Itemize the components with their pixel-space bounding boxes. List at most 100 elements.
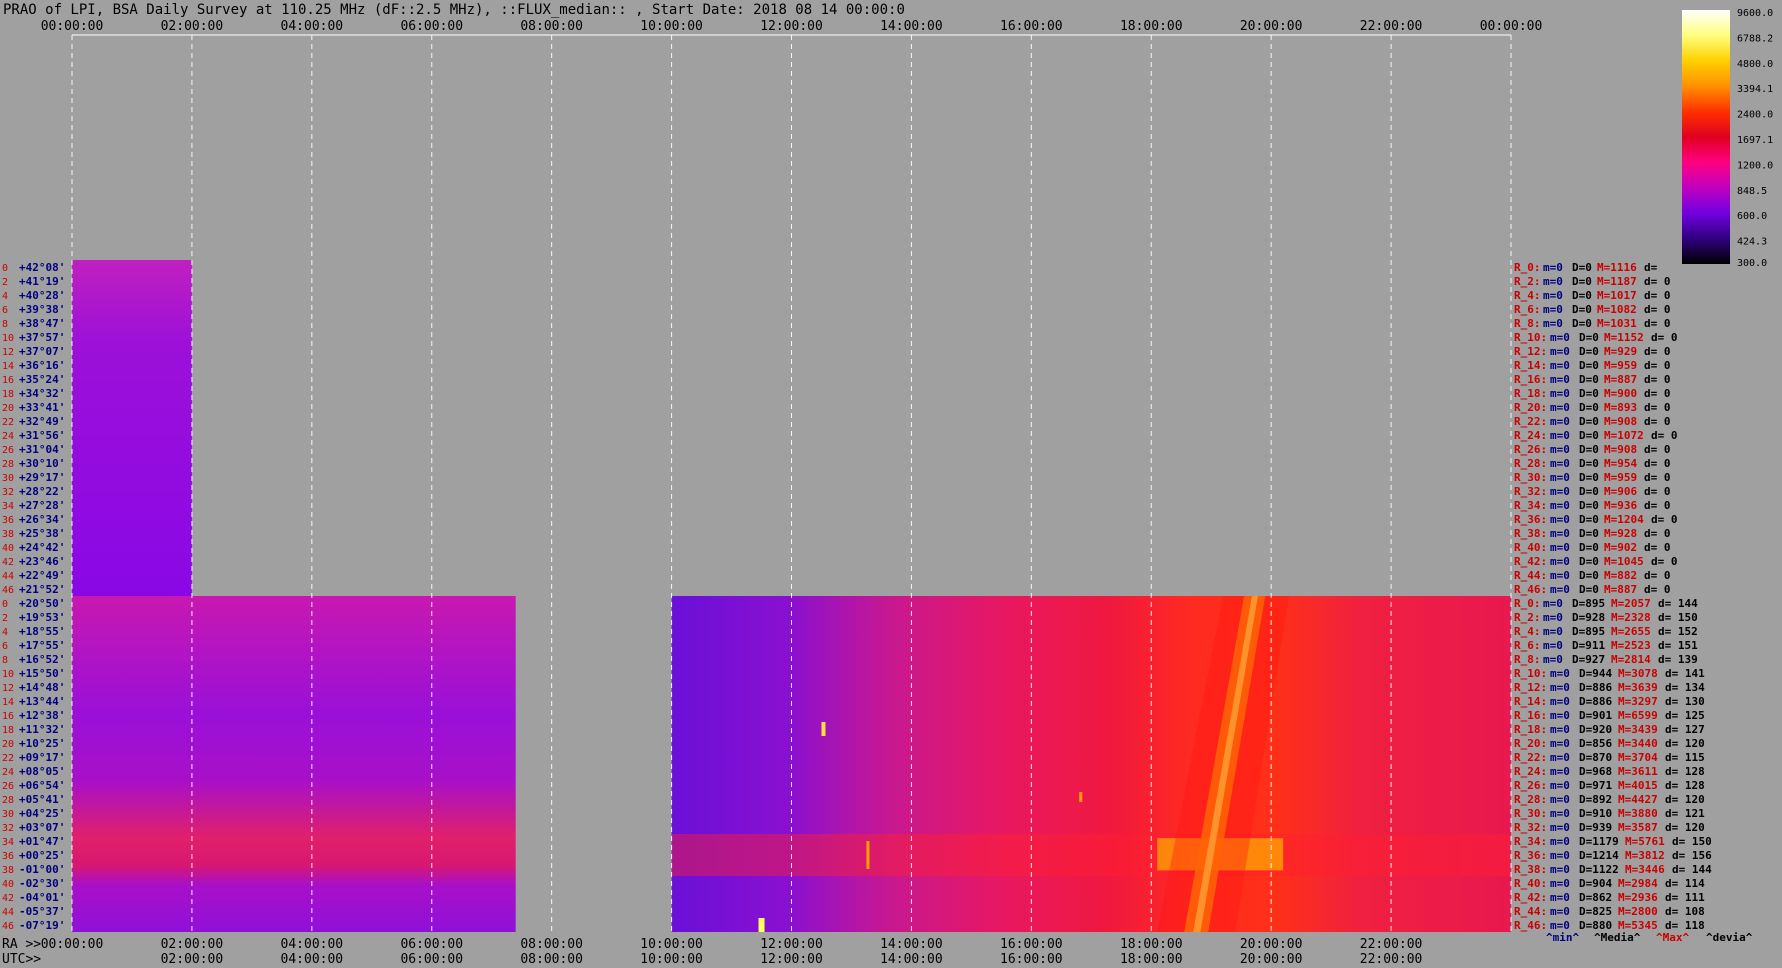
- upper-row-dec-label: +41°19': [19, 275, 65, 288]
- upper-row-stat-median: D=0: [1579, 513, 1599, 526]
- upper-row-stat-deviation: d= 0: [1651, 555, 1678, 568]
- lower-row-dec-label: +06°54': [19, 779, 65, 792]
- upper-row-index-label: 22: [2, 417, 14, 428]
- upper-row-index-label: 8: [2, 319, 8, 330]
- lower-row-stat-median: D=928: [1572, 611, 1605, 624]
- upper-row-stat-max: M=1116: [1597, 261, 1637, 274]
- bright-spot-2: [866, 841, 870, 869]
- upper-row-index-label: 34: [2, 501, 14, 512]
- lower-row-stat-deviation: d= 121: [1665, 807, 1705, 820]
- lower-row-stat-max: M=3440: [1618, 737, 1658, 750]
- stats-legend-item: ^Media^: [1594, 931, 1641, 944]
- upper-row-stat-max: M=887: [1604, 373, 1637, 386]
- upper-row-stat-label: R_8:: [1514, 317, 1541, 330]
- upper-row-stat-label: R_28:: [1514, 457, 1547, 470]
- utc-axis-tick-label: 12:00:00: [760, 952, 823, 967]
- lower-row-stat-min: m=0: [1550, 695, 1570, 708]
- lower-row-stat-median: D=904: [1579, 877, 1612, 890]
- lower-row-stat-median: D=1214: [1579, 849, 1619, 862]
- upper-row-stat-median: D=0: [1579, 555, 1599, 568]
- lower-row-dec-label: +00°25': [19, 849, 65, 862]
- lower-row-stat-deviation: d= 114: [1665, 877, 1705, 890]
- lower-row-stat-min: m=0: [1550, 779, 1570, 792]
- upper-row-index-label: 46: [2, 585, 14, 596]
- upper-row-index-label: 28: [2, 459, 14, 470]
- ra-axis-tick-label: 18:00:00: [1120, 937, 1183, 952]
- upper-block-heatmap: [72, 260, 192, 596]
- lower-row-stat-label: R_38:: [1514, 863, 1547, 876]
- lower-row-index-label: 22: [2, 753, 14, 764]
- lower-row-index-label: 34: [2, 837, 14, 848]
- lower-row-index-label: 8: [2, 655, 8, 666]
- upper-row-stat-label: R_32:: [1514, 485, 1547, 498]
- lower-row-stat-deviation: d= 127: [1665, 723, 1705, 736]
- upper-row-stat-deviation: d= 0: [1651, 331, 1678, 344]
- lower-row-stat-median: D=886: [1579, 681, 1612, 694]
- upper-row-index-label: 18: [2, 389, 14, 400]
- lower-row-stat-deviation: d= 144: [1672, 863, 1712, 876]
- lower-row-stat-min: m=0: [1550, 849, 1570, 862]
- upper-row-stat-label: R_14:: [1514, 359, 1547, 372]
- lower-row-stat-min: m=0: [1550, 863, 1570, 876]
- lower-row-stat-max: M=5761: [1625, 835, 1665, 848]
- upper-row-stat-min: m=0: [1550, 471, 1570, 484]
- upper-row-stat-max: M=906: [1604, 485, 1637, 498]
- lower-row-stat-deviation: d= 115: [1665, 751, 1705, 764]
- lower-row-dec-label: +10°25': [19, 737, 65, 750]
- survey-chart: PRAO of LPI, BSA Daily Survey at 110.25 …: [0, 0, 1782, 968]
- utc-axis-tick-label: 20:00:00: [1240, 952, 1303, 967]
- lower-row-dec-label: +14°48': [19, 681, 65, 694]
- upper-row-stat-deviation: d= 0: [1644, 359, 1671, 372]
- lower-row-stat-median: D=856: [1579, 737, 1612, 750]
- lower-row-dec-label: +13°44': [19, 695, 65, 708]
- lower-row-stat-median: D=910: [1579, 807, 1612, 820]
- lower-row-stat-label: R_24:: [1514, 765, 1547, 778]
- lower-row-stat-min: m=0: [1550, 807, 1570, 820]
- lower-row-index-label: 46: [2, 921, 14, 932]
- colorbar-tick-label: 1200.0: [1737, 160, 1773, 171]
- lower-row-stat-min: m=0: [1550, 681, 1570, 694]
- upper-row-stat-median: D=0: [1579, 527, 1599, 540]
- upper-row-stat-max: M=959: [1604, 359, 1637, 372]
- upper-row-stat-label: R_26:: [1514, 443, 1547, 456]
- upper-row-stat-deviation: d= 0: [1644, 401, 1671, 414]
- lower-row-stat-max: M=4427: [1618, 793, 1658, 806]
- upper-row-stat-label: R_36:: [1514, 513, 1547, 526]
- stats-legend-item: ^min^: [1546, 931, 1579, 944]
- upper-row-stat-median: D=0: [1579, 401, 1599, 414]
- lower-row-index-label: 18: [2, 725, 14, 736]
- upper-row-stat-label: R_16:: [1514, 373, 1547, 386]
- lower-row-index-label: 24: [2, 767, 14, 778]
- upper-row-stat-label: R_6:: [1514, 303, 1541, 316]
- upper-row-stat-deviation: d= 0: [1644, 471, 1671, 484]
- ra-axis-tick-label: 20:00:00: [1240, 937, 1303, 952]
- lower-row-stat-label: R_46:: [1514, 919, 1547, 932]
- upper-row-stat-label: R_46:: [1514, 583, 1547, 596]
- lower-row-stat-deviation: d= 152: [1658, 625, 1698, 638]
- lower-row-stat-deviation: d= 150: [1672, 835, 1712, 848]
- lower-row-stat-median: D=825: [1579, 905, 1612, 918]
- lower-row-stat-label: R_32:: [1514, 821, 1547, 834]
- lower-row-stat-median: D=911: [1572, 639, 1605, 652]
- ra-axis-tick-label: 00:00:00: [41, 937, 104, 952]
- upper-row-dec-label: +36°16': [19, 359, 65, 372]
- upper-row-stat-min: m=0: [1550, 359, 1570, 372]
- top-axis-tick-label: 22:00:00: [1360, 19, 1423, 34]
- utc-axis-tick-label: 02:00:00: [161, 952, 224, 967]
- lower-row-stat-deviation: d= 120: [1665, 821, 1705, 834]
- upper-row-stat-deviation: d= 0: [1644, 289, 1671, 302]
- upper-row-stat-max: M=893: [1604, 401, 1637, 414]
- lower-row-index-label: 20: [2, 739, 14, 750]
- upper-row-stat-deviation: d= 0: [1644, 387, 1671, 400]
- upper-row-stat-deviation: d= 0: [1644, 457, 1671, 470]
- stats-legend-item: ^devia^: [1706, 931, 1753, 944]
- lower-row-stat-max: M=3297: [1618, 695, 1658, 708]
- lower-row-stat-label: R_20:: [1514, 737, 1547, 750]
- upper-row-stat-min: m=0: [1543, 289, 1563, 302]
- ra-axis-tick-label: 02:00:00: [161, 937, 224, 952]
- lower-row-stat-label: R_0:: [1514, 597, 1541, 610]
- upper-row-stat-max: M=1031: [1597, 317, 1637, 330]
- upper-row-index-label: 42: [2, 557, 14, 568]
- upper-row-stat-label: R_24:: [1514, 429, 1547, 442]
- upper-row-dec-label: +25°38': [19, 527, 65, 540]
